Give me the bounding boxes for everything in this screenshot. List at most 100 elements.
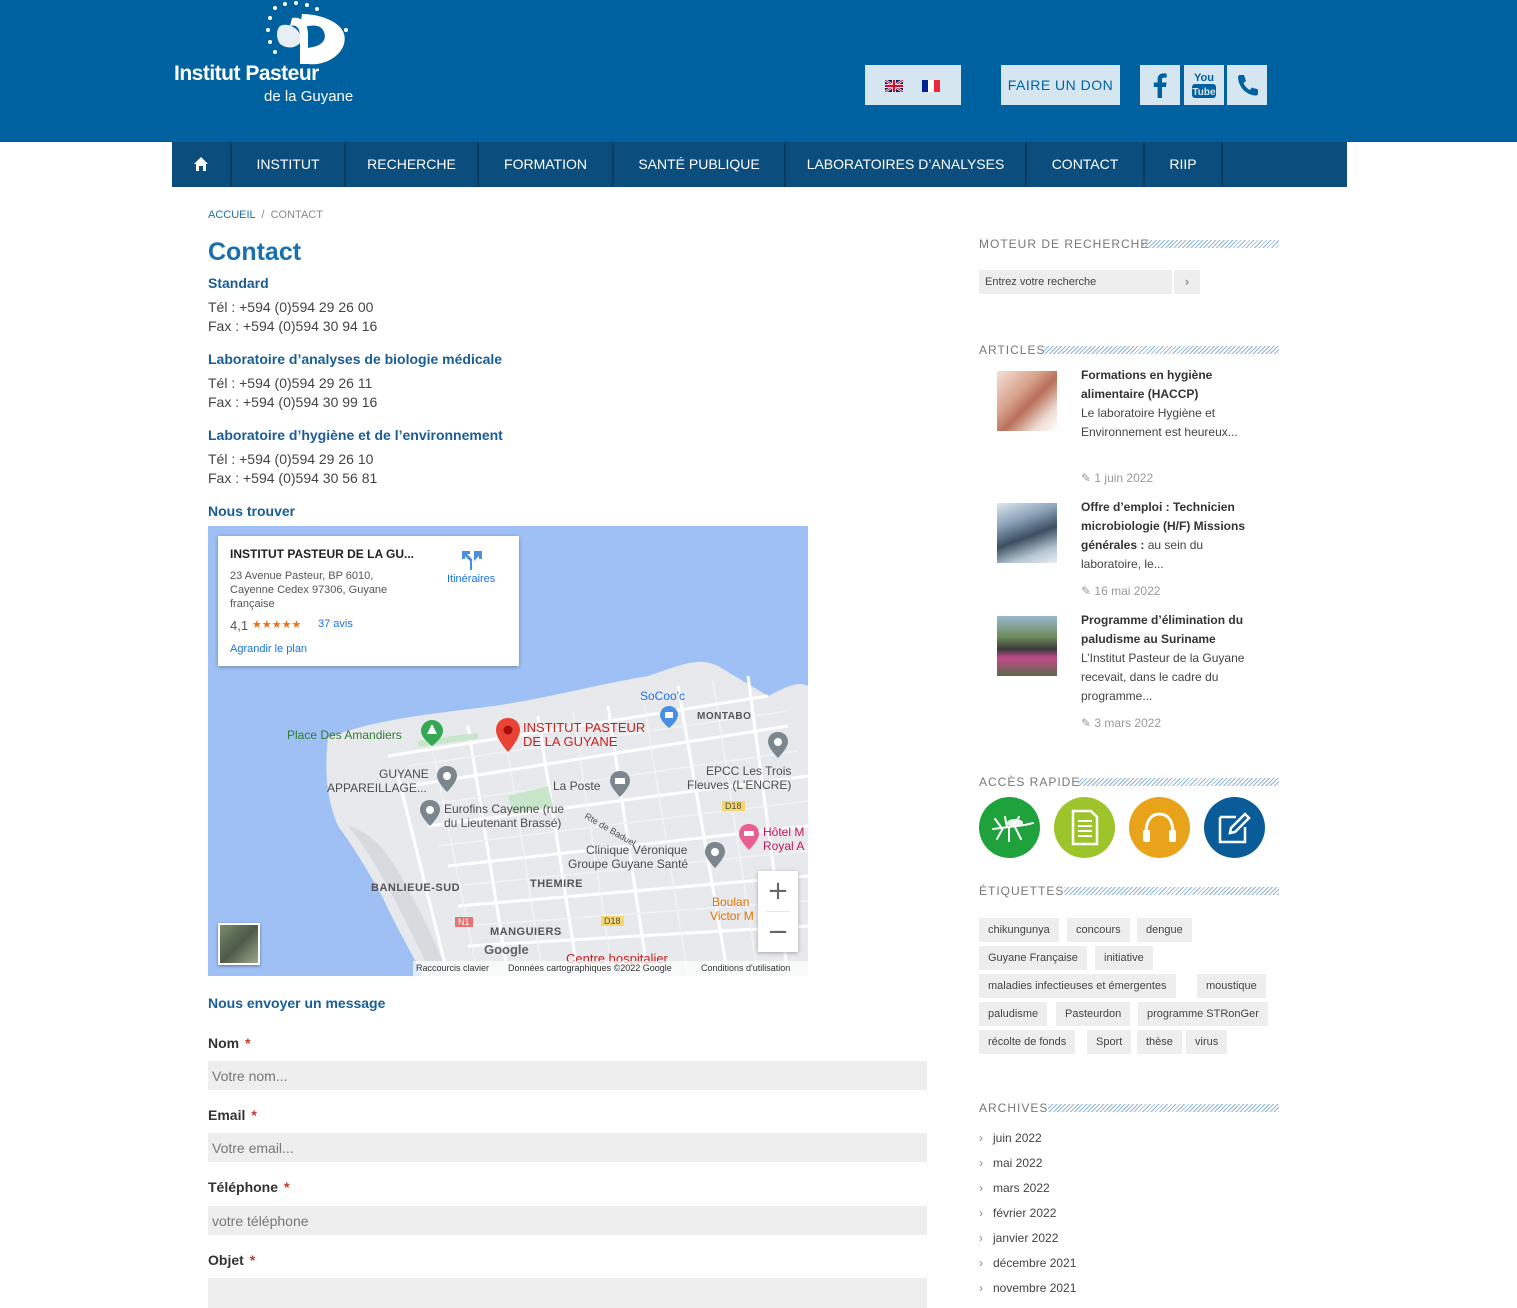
map-address-line: française — [230, 598, 275, 610]
quick-access-headphones[interactable] — [1129, 797, 1190, 858]
edit-icon — [1218, 812, 1251, 844]
search-submit-button[interactable]: › — [1174, 270, 1200, 294]
nav-recherche[interactable]: RECHERCHE — [346, 142, 479, 187]
tag-item[interactable]: dengue — [1137, 918, 1192, 942]
grey-pin-icon[interactable] — [420, 800, 440, 826]
youtube-button[interactable]: You Tube — [1184, 65, 1224, 105]
nav-contact[interactable]: CONTACT — [1027, 142, 1145, 187]
map-enlarge-link[interactable]: Agrandir le plan — [230, 643, 307, 655]
tag-item[interactable]: Guyane Française — [979, 946, 1087, 970]
zoom-in-button[interactable]: + — [758, 871, 798, 911]
map-label: Place Des Amandiers — [287, 728, 402, 742]
quick-access-mosquito[interactable] — [979, 797, 1040, 858]
google-map[interactable]: INSTITUT PASTEUR DE LA GU... 23 Avenue P… — [208, 526, 808, 976]
required-marker: * — [251, 1107, 257, 1123]
headphones-icon — [1143, 812, 1176, 842]
hotel-pin-icon[interactable] — [739, 824, 759, 850]
map-footer: Raccourcis clavier Données cartographiqu… — [413, 961, 808, 976]
name-input[interactable] — [208, 1061, 927, 1090]
nav-riip[interactable]: RIIP — [1145, 142, 1223, 187]
directions-link[interactable]: Itinéraires — [447, 573, 495, 585]
road-badge: D18 — [722, 801, 745, 811]
grey-pin-icon[interactable] — [437, 766, 457, 792]
phone-label-text: Téléphone — [208, 1179, 279, 1195]
tag-item[interactable]: programme STRonGer — [1138, 1002, 1268, 1026]
email-input[interactable] — [208, 1133, 927, 1162]
article-thumbnail[interactable] — [997, 371, 1057, 431]
pasteur-logo-icon — [266, 1, 348, 65]
chevron-right-icon: › — [979, 1281, 983, 1295]
fr-flag-icon[interactable] — [922, 80, 940, 92]
location-pin-icon[interactable] — [496, 718, 520, 752]
zoom-out-button[interactable]: − — [758, 912, 798, 952]
map-zoom-control: + − — [758, 871, 798, 952]
name-label: Nom * — [208, 1035, 251, 1051]
terms-link[interactable]: Conditions d'utilisation — [701, 961, 790, 976]
road-badge: D18 — [601, 916, 624, 926]
tag-item[interactable]: maladies infectieuses et émergentes — [979, 974, 1176, 998]
tag-item[interactable]: paludisme — [979, 1002, 1048, 1026]
archive-item[interactable]: › janvier 2022 — [979, 1231, 1058, 1245]
archive-item[interactable]: › juin 2022 — [979, 1131, 1042, 1145]
archive-item[interactable]: › mars 2022 — [979, 1181, 1050, 1195]
map-reviews-link[interactable]: 37 avis — [318, 618, 353, 630]
nav-formation[interactable]: FORMATION — [479, 142, 614, 187]
directions-icon[interactable] — [460, 548, 484, 572]
map-rating: 4,1 — [230, 618, 249, 633]
road-badge: N1 — [455, 917, 473, 927]
keyboard-shortcuts-link[interactable]: Raccourcis clavier — [416, 961, 489, 976]
grey-pin-icon[interactable] — [768, 732, 788, 758]
map-label: APPAREILLAGE... — [327, 781, 427, 795]
article-thumbnail[interactable] — [997, 503, 1057, 563]
tag-item[interactable]: chikungunya — [979, 918, 1059, 942]
title-hatch — [1078, 778, 1279, 786]
donate-button[interactable]: FAIRE UN DON — [1001, 65, 1120, 105]
nav-institut[interactable]: INSTITUT — [232, 142, 346, 187]
quick-access-edit[interactable] — [1204, 797, 1265, 858]
shopping-pin-icon[interactable] — [660, 706, 678, 728]
nav-home[interactable] — [172, 142, 232, 187]
archive-item[interactable]: › novembre 2021 — [979, 1281, 1076, 1295]
map-label: MONTABO — [697, 711, 752, 722]
article-title[interactable]: Programme d’élimination du paludisme au … — [1081, 611, 1256, 649]
subject-label-text: Objet — [208, 1252, 244, 1268]
tag-item[interactable]: initiative — [1095, 946, 1153, 970]
search-widget-title: MOTEUR DE RECHERCHE — [979, 237, 1150, 251]
home-icon — [194, 157, 208, 171]
article-thumbnail[interactable] — [997, 616, 1057, 676]
facebook-button[interactable] — [1140, 65, 1180, 105]
map-data-credit: Données cartographiques ©2022 Google — [508, 963, 672, 973]
archive-item[interactable]: › décembre 2021 — [979, 1256, 1076, 1270]
grey-pin-icon[interactable] — [705, 842, 725, 868]
archive-item[interactable]: › février 2022 — [979, 1206, 1056, 1220]
tag-item[interactable]: virus — [1186, 1030, 1228, 1054]
tag-item[interactable]: Sport — [1087, 1030, 1132, 1054]
tag-item[interactable]: concours — [1067, 918, 1130, 942]
satellite-toggle[interactable] — [218, 923, 260, 965]
site-logo[interactable]: Institut Pasteur de la Guyane — [172, 0, 372, 110]
breadcrumb-home[interactable]: ACCUEIL — [208, 209, 255, 221]
page-title: Contact — [208, 238, 302, 266]
phone-button[interactable] — [1227, 65, 1267, 105]
pencil-icon: ✎ — [1081, 716, 1092, 730]
archive-item[interactable]: › mai 2022 — [979, 1156, 1042, 1170]
quick-access-document[interactable] — [1054, 797, 1115, 858]
tag-item[interactable]: Pasteurdon — [1056, 1002, 1131, 1026]
park-pin-icon[interactable] — [421, 720, 443, 746]
uk-flag-icon[interactable] — [885, 80, 903, 92]
nav-laboratoires[interactable]: LABORATOIRES D’ANALYSES — [786, 142, 1027, 187]
phone-input[interactable] — [208, 1206, 927, 1235]
sidebar-search-input[interactable] — [979, 270, 1172, 294]
tag-item[interactable]: thèse — [1137, 1030, 1182, 1054]
mail-pin-icon[interactable] — [610, 771, 630, 797]
nav-sante-publique[interactable]: SANTÉ PUBLIQUE — [614, 142, 786, 187]
article-title[interactable]: Formations en hygiène alimentaire (HACCP… — [1081, 366, 1256, 404]
chevron-right-icon: › — [979, 1181, 983, 1195]
map-label: Clinique Véronique — [586, 843, 688, 857]
map-label: Groupe Guyane Santé — [568, 857, 689, 871]
tag-item[interactable]: récolte de fonds — [979, 1030, 1076, 1054]
pencil-icon: ✎ — [1081, 584, 1092, 598]
article-title[interactable]: Offre d’emploi : Technicien microbiologi… — [1081, 498, 1256, 574]
subject-input[interactable] — [208, 1278, 927, 1308]
tag-item[interactable]: moustique — [1197, 974, 1266, 998]
